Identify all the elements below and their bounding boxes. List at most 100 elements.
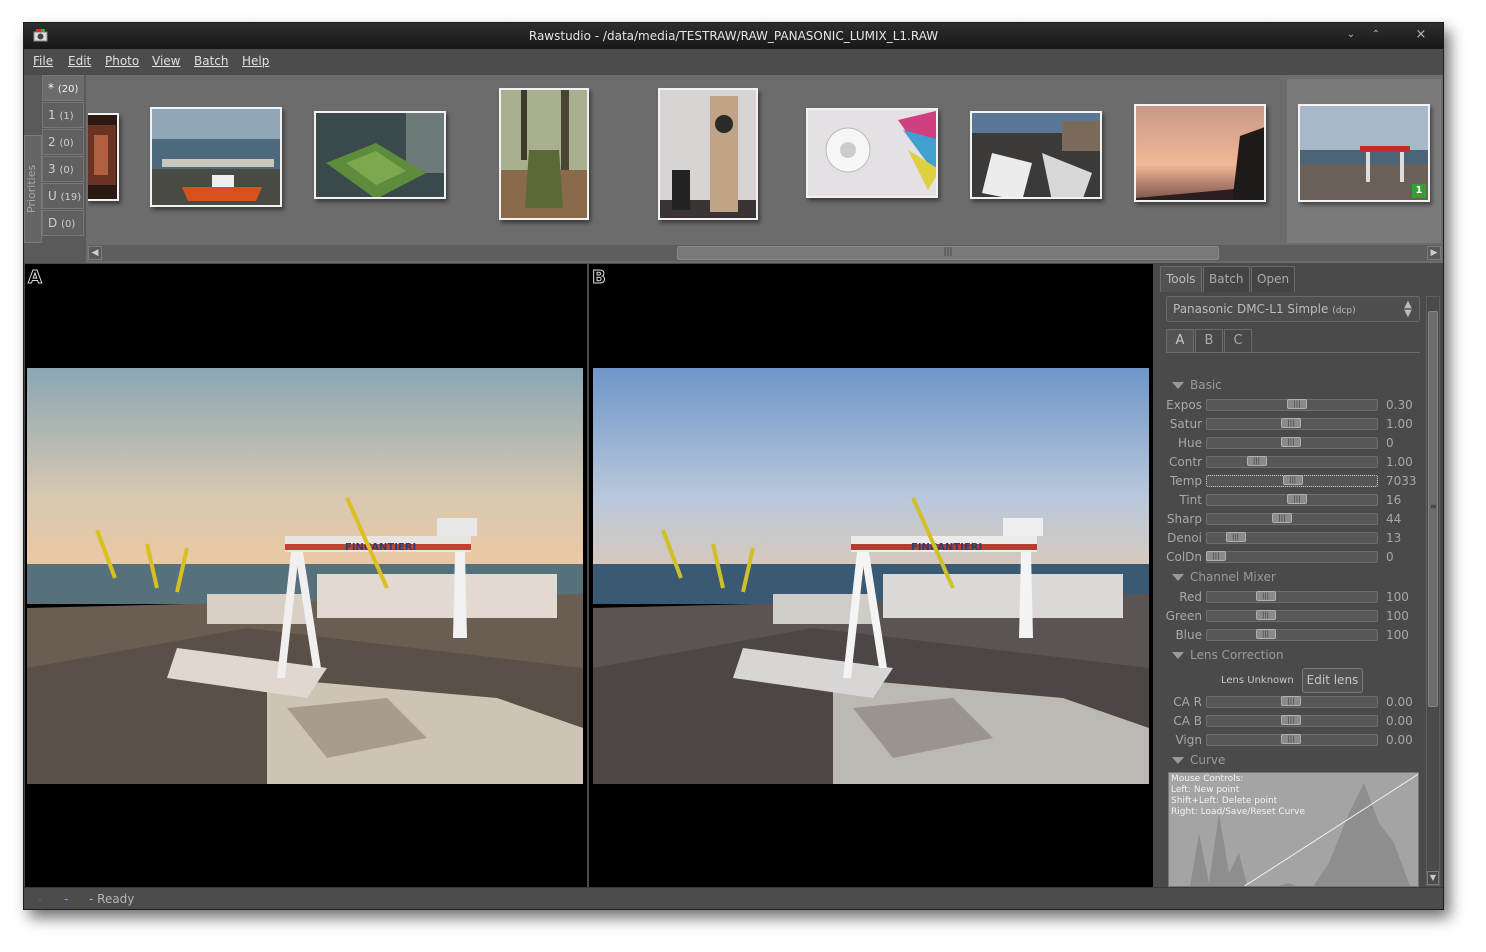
slider-track[interactable] [1206,456,1378,468]
slider-handle[interactable]: ||| [1246,456,1267,466]
slider-value: 0.00 [1386,733,1413,747]
slider-handle[interactable]: ||| [1287,494,1307,504]
thumb-boats-dock[interactable] [970,111,1102,199]
menu-file[interactable]: File [33,54,53,68]
section-basic-title: Basic [1190,378,1222,392]
viewer-b-label: B [592,267,607,289]
slider-handle[interactable]: ||| [1255,591,1276,601]
priority-tab-count: (0) [61,219,76,230]
tab-tools[interactable]: Tools [1160,266,1202,292]
slider-handle[interactable]: ||| [1281,715,1301,725]
slider-row-green: Green ||| 100 [1158,607,1428,626]
thumb-color-chart[interactable] [806,108,938,198]
slider-value: 100 [1386,609,1409,623]
color-profile-select[interactable]: Panasonic DMC-L1 Simple (dcp) ▲ ▼ [1166,296,1420,322]
snapshot-tab-a[interactable]: A [1166,329,1194,353]
window-title: Rawstudio - /data/media/TESTRAW/RAW_PANA… [528,29,939,43]
slider-track[interactable] [1206,551,1378,563]
section-lens-correction[interactable]: Lens Correction [1172,648,1284,662]
slider-handle[interactable]: ||| [1281,734,1301,744]
slider-handle[interactable]: ||| [1281,696,1301,706]
slider-label: Temp [1170,474,1202,488]
slider-value: 13 [1386,531,1402,545]
slider-handle[interactable]: ||| [1272,513,1292,523]
tab-batch[interactable]: Batch [1203,266,1250,292]
section-channel-mixer[interactable]: Channel Mixer [1172,570,1276,584]
slider-row-temp: Temp ||| 7033 [1158,472,1428,491]
expand-triangle-icon [1172,574,1184,581]
slider-handle[interactable]: ||| [1281,437,1301,447]
curve-help-line: Left: New point [1171,785,1240,795]
slider-handle[interactable]: ||| [1282,475,1303,485]
snapshot-tab-b[interactable]: B [1195,329,1223,353]
select-arrows-icon: ▲ ▼ [1404,299,1412,319]
profile-name: Panasonic DMC-L1 Simple [1173,302,1329,316]
curve-help-line: Right: Load/Save/Reset Curve [1171,807,1305,817]
thumb-sunset[interactable] [1134,104,1266,202]
priority-tab-2[interactable]: 2 (0) [42,129,84,155]
slider-track[interactable] [1206,610,1378,622]
section-basic[interactable]: Basic [1172,378,1222,392]
priority-tab-3[interactable]: 3 (0) [42,156,84,182]
slider-row-satur: Satur ||| 1.00 [1158,415,1428,434]
thumb-shipyard[interactable]: 1 [1298,104,1430,202]
viewer-a[interactable]: A FINCANTIERI [25,264,587,887]
slider-handle[interactable]: ||| [1225,532,1246,542]
minimize-button[interactable]: ⌄ [1342,27,1360,43]
menu-edit[interactable]: Edit [68,54,91,68]
priority-tab-deleted[interactable]: D (0) [42,210,84,236]
snapshot-tab-c[interactable]: C [1224,329,1252,353]
slider-handle[interactable]: ||| [1287,399,1307,409]
scroll-left-icon[interactable]: ◀ [88,246,102,260]
slider-label: Red [1179,590,1202,604]
viewer-b[interactable]: B FINCANTIERI [589,264,1153,887]
lens-name: Lens Unknown [1221,675,1294,686]
thumb-tree-stump[interactable] [499,88,589,220]
priority-tab-all[interactable]: * (20) [42,75,84,101]
menu-view[interactable]: View [152,54,180,68]
slider-track[interactable] [1206,591,1378,603]
slider-value: 1.00 [1386,417,1413,431]
slider-value: 100 [1386,590,1409,604]
menu-help[interactable]: Help [242,54,269,68]
thumb-speaker[interactable] [658,88,758,220]
scroll-right-icon[interactable]: ▶ [1427,246,1441,260]
maximize-button[interactable]: ⌃ [1367,27,1385,43]
curve-editor[interactable]: Mouse Controls: Left: New point Shift+Le… [1168,772,1419,887]
thumbnail-scrollbar[interactable]: ◀ ||| ▶ [88,245,1441,261]
slider-handle[interactable]: ||| [1255,610,1276,620]
slider-handle[interactable]: ||| [1281,418,1301,428]
slider-value: 16 [1386,493,1402,507]
thumb-courtyard[interactable] [314,111,446,199]
photo-browser: Priorities * (20) 1 (1) 2 (0) 3 (0) U (1… [24,75,1443,263]
thumb-wine-partial[interactable] [88,113,119,201]
section-curve[interactable]: Curve [1172,753,1225,767]
menu-photo[interactable]: Photo [105,54,139,68]
tool-panel-scrollbar[interactable]: ≡ ▼ [1426,296,1440,886]
title-bar: Rawstudio - /data/media/TESTRAW/RAW_PANA… [24,23,1443,49]
scrollbar-thumb[interactable]: ||| [677,246,1219,260]
slider-row-blue: Blue ||| 100 [1158,626,1428,645]
scroll-down-icon[interactable]: ▼ [1427,871,1439,885]
viewer-a-label: A [28,267,43,289]
priority-tab-1[interactable]: 1 (1) [42,102,84,128]
edit-lens-button[interactable]: Edit lens [1302,668,1363,693]
slider-row-vign: Vign ||| 0.00 [1158,731,1428,750]
slider-handle[interactable]: ||| [1255,629,1276,639]
menu-batch[interactable]: Batch [194,54,229,68]
close-button[interactable]: × [1410,27,1432,43]
priority-tab-name: D [48,216,58,230]
scrollbar-thumb[interactable]: ≡ [1428,311,1438,707]
status-bar: - - - Ready [24,887,1443,909]
slider-track[interactable] [1206,629,1378,641]
thumb-harbor-boats[interactable] [150,107,282,207]
priority-tab-unprioritized[interactable]: U (19) [42,183,84,209]
slider-label: Tint [1179,493,1202,507]
slider-row-tint: Tint ||| 16 [1158,491,1428,510]
slider-value: 0.00 [1386,695,1413,709]
slider-track[interactable] [1206,513,1378,525]
tab-open[interactable]: Open [1251,266,1296,292]
slider-value: 1.00 [1386,455,1413,469]
slider-handle[interactable]: ||| [1206,551,1226,561]
slider-label: Green [1165,609,1202,623]
